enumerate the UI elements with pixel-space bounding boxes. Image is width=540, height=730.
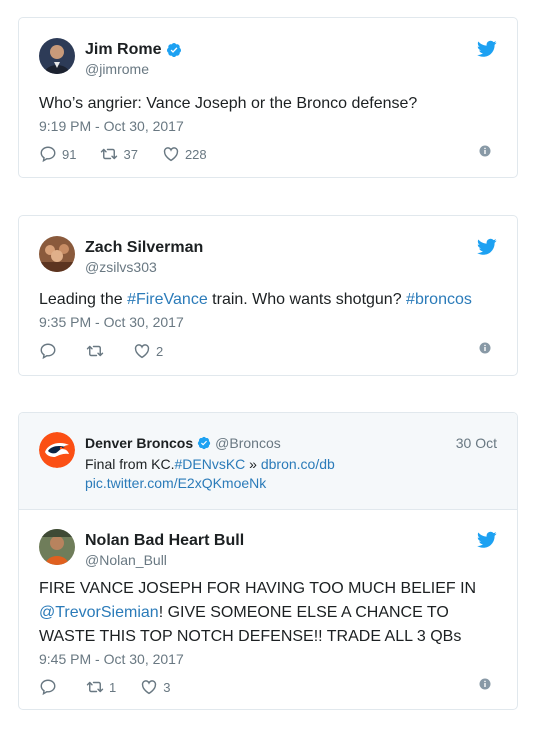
reply-button[interactable] <box>39 678 62 696</box>
author-handle[interactable]: @jimrome <box>85 61 149 77</box>
tweet-actions: 91 37 228 <box>39 144 497 164</box>
retweet-button[interactable]: 37 <box>100 145 138 163</box>
text-segment: train. Who wants shotgun? <box>207 291 407 308</box>
quoted-date[interactable]: 30 Oct <box>456 435 497 451</box>
like-icon <box>162 145 180 163</box>
like-count: 2 <box>156 343 164 359</box>
text-segment: Leading the <box>39 291 128 308</box>
broncos-logo-avatar[interactable] <box>39 432 75 468</box>
avatar[interactable] <box>39 529 75 565</box>
like-icon <box>140 678 158 696</box>
tweet-text: Leading the #FireVance train. Who wants … <box>39 288 497 311</box>
reply-icon <box>39 342 57 360</box>
retweet-button[interactable]: 1 <box>86 678 116 696</box>
tweet-card[interactable]: Zach Silverman @zsilvs303 Leading the #F… <box>18 215 518 376</box>
quoted-header: Denver Broncos @Broncos <box>85 435 281 451</box>
like-button[interactable]: 3 <box>140 678 170 696</box>
text-segment: » <box>245 456 261 472</box>
url-link[interactable]: dbron.co/db <box>261 456 335 472</box>
retweet-count: 1 <box>109 679 117 695</box>
author-name-text[interactable]: Nolan Bad Heart Bull <box>85 532 244 550</box>
reply-button[interactable] <box>39 342 62 360</box>
retweet-icon <box>86 342 104 360</box>
retweet-icon <box>100 145 118 163</box>
twitter-bird-icon[interactable] <box>477 40 497 58</box>
quoted-author-name[interactable]: Denver Broncos <box>85 435 193 451</box>
author-name[interactable]: Nolan Bad Heart Bull <box>85 532 244 550</box>
info-icon[interactable] <box>479 145 491 157</box>
retweet-count: 37 <box>123 146 138 162</box>
like-count: 228 <box>184 146 207 162</box>
author-name-text[interactable]: Jim Rome <box>85 41 161 59</box>
text-segment: Final from KC. <box>85 456 175 472</box>
info-icon[interactable] <box>479 678 491 690</box>
mention-link[interactable]: @TrevorSiemian <box>39 604 159 621</box>
avatar[interactable] <box>39 38 75 74</box>
tweet-header: Jim Rome @jimrome <box>39 38 497 78</box>
hashtag-link[interactable]: #broncos <box>406 291 472 308</box>
tweet-header: Nolan Bad Heart Bull @Nolan_Bull <box>39 529 497 569</box>
retweet-button[interactable] <box>86 342 109 360</box>
hashtag-link[interactable]: #FireVance <box>127 291 208 308</box>
author-name[interactable]: Jim Rome <box>85 41 182 59</box>
tweet-timestamp[interactable]: 9:35 PM - Oct 30, 2017 <box>39 314 184 330</box>
hashtag-link[interactable]: #DENvsKC <box>174 456 245 472</box>
tweet-timestamp[interactable]: 9:45 PM - Oct 30, 2017 <box>39 651 184 667</box>
author-name-text[interactable]: Zach Silverman <box>85 239 203 257</box>
reply-icon <box>39 678 57 696</box>
like-icon <box>133 342 151 360</box>
tweet-text: FIRE VANCE JOSEPH FOR HAVING TOO MUCH BE… <box>39 577 497 649</box>
quoted-tweet[interactable]: Denver Broncos @Broncos 30 Oct Final fro… <box>19 413 517 510</box>
twitter-bird-icon[interactable] <box>477 238 497 256</box>
twitter-bird-icon[interactable] <box>477 531 497 549</box>
like-button[interactable]: 2 <box>133 342 163 360</box>
verified-badge-icon <box>166 42 182 58</box>
author-name[interactable]: Zach Silverman <box>85 239 203 257</box>
tweet-text: Who’s angrier: Vance Joseph or the Bronc… <box>39 95 418 112</box>
retweet-icon <box>86 678 104 696</box>
info-icon[interactable] <box>479 342 491 354</box>
verified-badge-icon <box>197 436 211 450</box>
reply-button[interactable]: 91 <box>39 145 76 163</box>
tweet-header: Zach Silverman @zsilvs303 <box>39 236 497 276</box>
tweet-actions: 2 <box>39 341 497 361</box>
author-handle[interactable]: @Nolan_Bull <box>85 552 167 568</box>
like-button[interactable]: 228 <box>162 145 207 163</box>
like-count: 3 <box>163 679 171 695</box>
reply-count: 91 <box>62 146 77 162</box>
tweet-actions: 1 3 <box>39 677 497 697</box>
tweet-timestamp[interactable]: 9:19 PM - Oct 30, 2017 <box>39 118 184 134</box>
text-segment: FIRE VANCE JOSEPH FOR HAVING TOO MUCH BE… <box>39 580 477 597</box>
quoted-text: Final from KC.#DENvsKC » dbron.co/db pic… <box>85 455 345 493</box>
avatar[interactable] <box>39 236 75 272</box>
tweet-card[interactable]: Denver Broncos @Broncos 30 Oct Final fro… <box>18 412 518 710</box>
reply-icon <box>39 145 57 163</box>
author-handle[interactable]: @zsilvs303 <box>85 259 157 275</box>
pic-link[interactable]: pic.twitter.com/E2xQKmoeNk <box>85 475 266 491</box>
quoted-author-handle[interactable]: @Broncos <box>215 435 281 451</box>
tweet-card[interactable]: Jim Rome @jimrome Who’s angrier: Vance J… <box>18 17 518 178</box>
